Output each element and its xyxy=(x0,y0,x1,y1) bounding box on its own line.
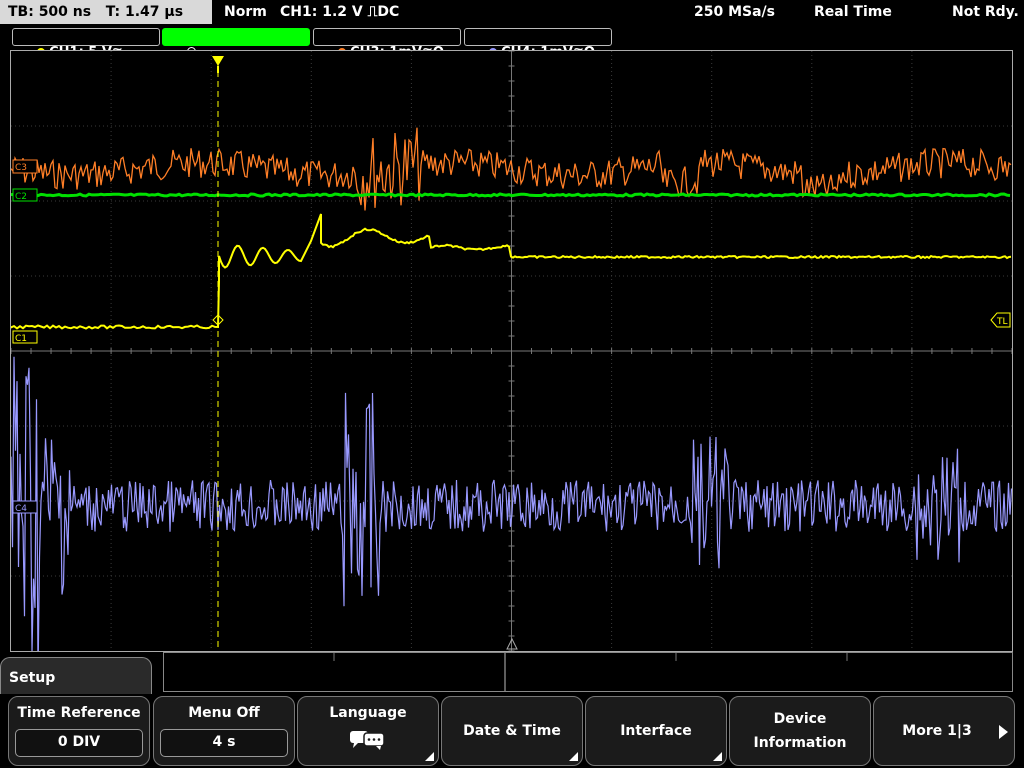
ch1-offset-marker[interactable]: C1 xyxy=(12,330,38,344)
channel-tab-ch3[interactable]: CH3: 1mV≅Ω xyxy=(313,28,461,60)
channel-tab-ch2[interactable]: CH2: 20 mV≅Ω xyxy=(162,28,310,60)
menu-title-tab: Setup xyxy=(0,657,152,697)
channel-tab-ch1[interactable]: CH1: 5 V≅ xyxy=(12,28,160,60)
trigger-position-icon[interactable] xyxy=(212,56,224,66)
next-page-arrow-icon xyxy=(999,725,1008,739)
ch2-marker-label: C2 xyxy=(15,192,27,202)
language-button[interactable]: Language xyxy=(297,696,439,766)
time-reference-value: 0 DIV xyxy=(15,729,143,757)
more-button[interactable]: More 1|3 xyxy=(873,696,1015,766)
interface-button[interactable]: Interface xyxy=(585,696,727,766)
ch4-marker-label: C4 xyxy=(15,504,27,514)
ch3-offset-marker[interactable]: C3 xyxy=(12,159,38,174)
menu-off-value: 4 s xyxy=(160,729,288,757)
waveform-display[interactable]: C3 C2 C1 C4 TL xyxy=(10,50,1013,652)
sample-rate: 250 MSa/s xyxy=(694,4,776,20)
acquisition-mode: Real Time xyxy=(814,4,892,20)
menu-off-label: Menu Off xyxy=(188,705,260,721)
softkey-bar: Time Reference 0 DIV Menu Off 4 s Langua… xyxy=(0,694,1024,768)
graticule xyxy=(11,51,1012,651)
trigger-status: Not Rdy. xyxy=(952,4,1019,20)
trigger-readout: CH1: 1.2 V ⎍DC xyxy=(280,4,400,20)
ch2-offset-marker[interactable]: C2 xyxy=(12,188,38,202)
time-reference-label: Time Reference xyxy=(17,705,141,721)
status-bar: TB: 500 ns T: 1.47 µs Norm CH1: 1.2 V ⎍D… xyxy=(0,0,1024,26)
speech-bubbles-icon xyxy=(350,731,385,750)
submenu-corner-icon xyxy=(425,752,434,761)
info-panel-grid xyxy=(333,653,848,691)
channel-tab-ch4[interactable]: CH4: 1mV≅Ω xyxy=(464,28,612,60)
channel-tabs: CH1: 5 V≅ CH2: 20 mV≅Ω CH3: 1mV≅Ω CH4: 1… xyxy=(0,26,1024,60)
trigger-level-marker[interactable]: TL xyxy=(990,312,1011,328)
submenu-corner-icon xyxy=(713,752,722,761)
timebase-readout[interactable]: TB: 500 ns T: 1.47 µs xyxy=(0,0,212,24)
menu-off-button[interactable]: Menu Off 4 s xyxy=(153,696,295,766)
date-time-label: Date & Time xyxy=(463,723,561,739)
device-information-button[interactable]: Device Information xyxy=(729,696,871,766)
date-time-button[interactable]: Date & Time xyxy=(441,696,583,766)
interface-label: Interface xyxy=(620,723,692,739)
ch2-waveform xyxy=(11,192,1011,198)
device-info-line1: Device xyxy=(773,711,827,727)
info-panel xyxy=(163,652,1013,692)
device-info-line2: Information xyxy=(753,735,847,751)
ch4-offset-marker[interactable]: C4 xyxy=(12,500,38,514)
ch1-marker-label: C1 xyxy=(15,334,27,344)
ch3-marker-label: C3 xyxy=(15,163,27,173)
language-label: Language xyxy=(329,705,407,721)
more-label: More 1|3 xyxy=(902,723,972,739)
trigger-mode: Norm xyxy=(224,4,267,20)
waveform-canvas: C3 C2 C1 C4 TL xyxy=(11,51,1012,651)
trigger-level-label: TL xyxy=(996,317,1008,327)
time-reference-button[interactable]: Time Reference 0 DIV xyxy=(8,696,150,766)
submenu-corner-icon xyxy=(569,752,578,761)
